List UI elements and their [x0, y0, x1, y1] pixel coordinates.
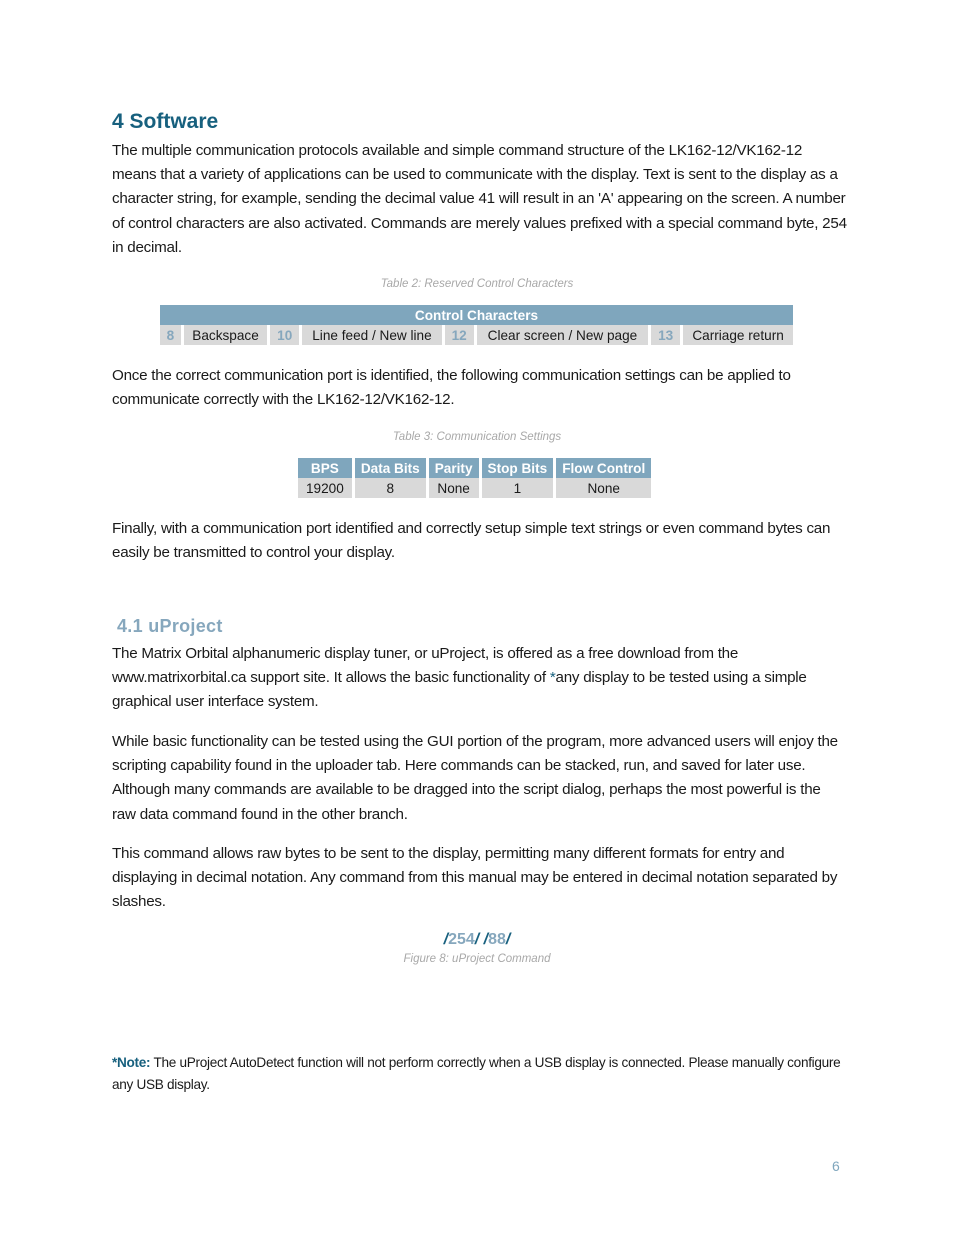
control-characters-table: Control Characters 8 Backspace 10 Line f…: [160, 305, 793, 345]
slash-separator: /: [474, 931, 480, 948]
col-header-data-bits: Data Bits: [353, 458, 429, 478]
cell-data-bits: 8: [353, 478, 429, 498]
cell-parity: None: [427, 478, 482, 498]
control-label: Carriage return: [681, 325, 793, 345]
uproject-paragraph-2: While basic functionality can be tested …: [112, 733, 838, 823]
table2-header: Control Characters: [160, 305, 793, 325]
section-heading: 4 Software: [112, 110, 219, 133]
command-byte: 88: [488, 931, 506, 948]
control-code: 12: [443, 325, 477, 345]
command-byte: 254: [448, 931, 475, 948]
control-code: 8: [160, 325, 184, 345]
control-code: 13: [649, 325, 684, 345]
page-number: 6: [832, 1158, 840, 1174]
control-code: 10: [268, 325, 303, 345]
uproject-paragraph-1: The Matrix Orbital alphanumeric display …: [112, 642, 847, 715]
note-label: *Note:: [112, 1055, 151, 1070]
uproject-command-example: /254/ /88/: [0, 931, 954, 949]
transmit-paragraph: Finally, with a communication port ident…: [112, 520, 831, 562]
control-label: Clear screen / New page: [475, 325, 652, 345]
usb-note: *Note: The uProject AutoDetect function …: [112, 1052, 847, 1096]
subsection-heading: 4.1 uProject: [117, 616, 223, 636]
table3-caption: Table 3: Communication Settings: [392, 431, 562, 443]
uproject-paragraph-3: This command allows raw bytes to be sent…: [112, 845, 838, 911]
intro-paragraph: The multiple communication protocols ava…: [112, 142, 847, 256]
col-header-bps: BPS: [298, 458, 355, 478]
cell-flow-control: None: [554, 478, 652, 498]
communication-settings-table: BPS Data Bits Parity Stop Bits Flow Cont…: [298, 458, 652, 498]
note-text: The uProject AutoDetect function will no…: [112, 1055, 841, 1092]
control-label: Backspace: [182, 325, 271, 345]
table-row: 19200 8 None 1 None: [298, 478, 652, 498]
col-header-flow-control: Flow Control: [554, 458, 652, 478]
table2-caption: Table 2: Reserved Control Characters: [380, 278, 574, 290]
control-label: Line feed / New line: [300, 325, 445, 345]
col-header-stop-bits: Stop Bits: [480, 458, 557, 478]
figure8-caption: Figure 8: uProject Command: [403, 953, 551, 965]
cell-bps: 19200: [298, 478, 355, 498]
cell-stop-bits: 1: [480, 478, 557, 498]
table-row: 8 Backspace 10 Line feed / New line 12 C…: [160, 325, 793, 345]
settings-paragraph: Once the correct communication port is i…: [112, 367, 791, 409]
slash-separator: /: [505, 931, 511, 948]
col-header-parity: Parity: [427, 458, 482, 478]
